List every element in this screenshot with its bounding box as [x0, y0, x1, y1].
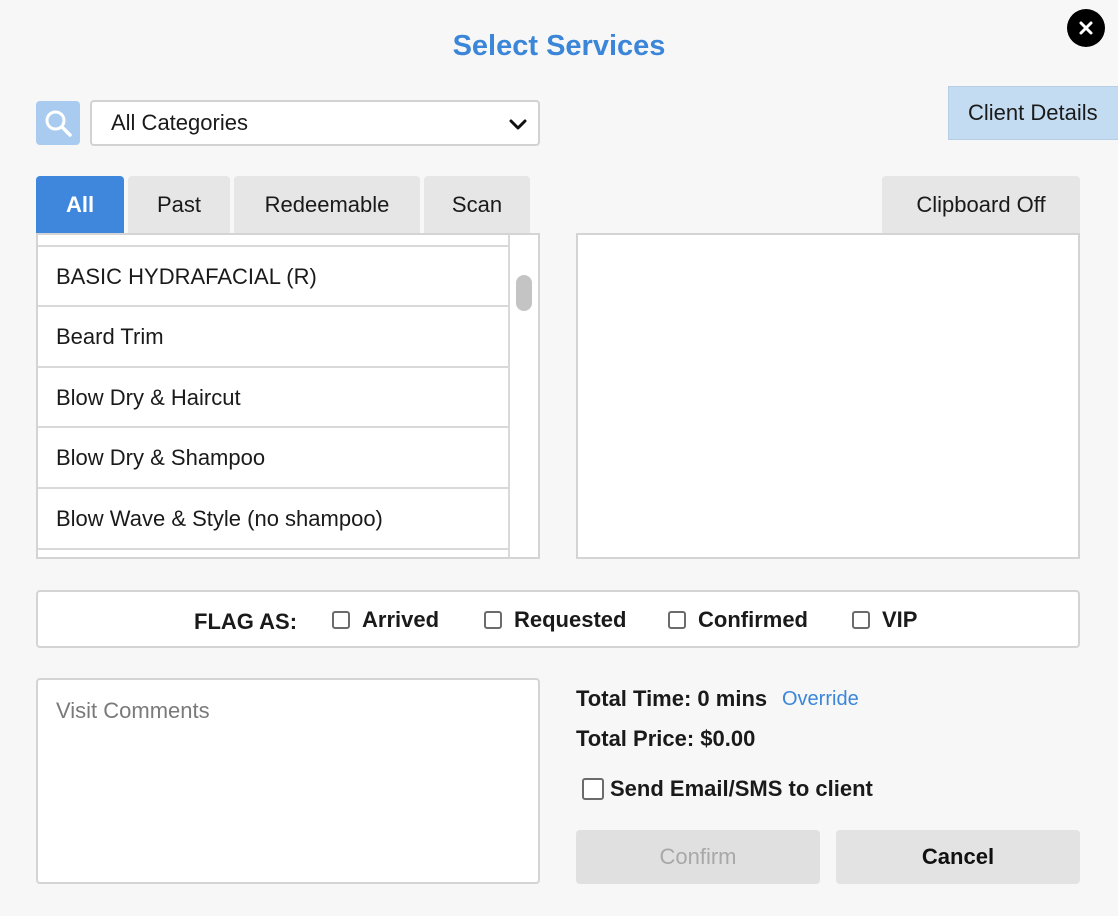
scrollbar-thumb[interactable] — [516, 275, 532, 311]
flag-arrived-option[interactable]: Arrived — [332, 607, 439, 633]
arrived-checkbox[interactable] — [332, 611, 350, 629]
total-time: Total Time: 0 mins — [576, 686, 768, 711]
search-icon — [45, 110, 72, 137]
flag-option-label: Arrived — [362, 607, 440, 632]
clipboard-toggle-button[interactable]: Clipboard Off — [882, 176, 1080, 233]
send-email-sms-label: Send Email/SMS to client — [610, 776, 873, 801]
send-email-sms-option[interactable]: Send Email/SMS to client — [582, 776, 873, 802]
list-item[interactable]: BASIC HYDRAFACIAL (R) — [38, 245, 510, 306]
tab-all[interactable]: All — [36, 176, 124, 233]
service-list[interactable]: BASIC HYDRAFACIAL (R) Beard Trim Blow Dr… — [36, 233, 540, 559]
clipboard-panel — [576, 233, 1080, 559]
list-item[interactable] — [38, 548, 510, 557]
flag-option-label: Requested — [514, 607, 627, 632]
chevron-down-icon — [509, 119, 527, 130]
service-name: BASIC HYDRAFACIAL (R) — [56, 263, 317, 289]
send-email-sms-checkbox[interactable] — [582, 778, 604, 800]
list-item[interactable]: Blow Wave & Style (no shampoo) — [38, 487, 510, 548]
list-item[interactable]: Blow Dry & Haircut — [38, 366, 510, 427]
flag-option-label: Confirmed — [698, 607, 808, 632]
flag-option-label: VIP — [882, 607, 918, 632]
category-select-value: All Categories — [111, 110, 248, 135]
confirm-button[interactable]: Confirm — [576, 830, 820, 884]
confirmed-checkbox[interactable] — [668, 611, 686, 629]
flag-as-bar: FLAG AS: Arrived Requested Confirmed VIP — [36, 590, 1080, 648]
requested-checkbox[interactable] — [484, 611, 502, 629]
search-button[interactable] — [36, 101, 80, 145]
tab-redeemable[interactable]: Redeemable — [234, 176, 420, 233]
list-item[interactable]: Beard Trim — [38, 305, 510, 366]
dialog-title: Select Services — [452, 30, 666, 62]
tab-past[interactable]: Past — [128, 176, 230, 233]
flag-as-label: FLAG AS: — [194, 609, 298, 634]
category-select[interactable]: All Categories — [90, 100, 540, 146]
service-name: Blow Dry & Shampoo — [56, 444, 266, 470]
flag-vip-option[interactable]: VIP — [852, 607, 917, 633]
list-item[interactable]: Blow Dry & Shampoo — [38, 426, 510, 487]
visit-comments-placeholder: Visit Comments — [56, 698, 210, 723]
service-name: Blow Wave & Style (no shampoo) — [56, 505, 383, 531]
client-details-button[interactable]: Client Details — [948, 86, 1118, 140]
close-button[interactable] — [1067, 9, 1105, 47]
service-name: Beard Trim — [56, 323, 164, 349]
visit-comments-field[interactable]: Visit Comments — [36, 678, 540, 884]
close-icon — [1079, 21, 1093, 35]
override-link[interactable]: Override — [782, 688, 859, 711]
vip-checkbox[interactable] — [852, 611, 870, 629]
cancel-button[interactable]: Cancel — [836, 830, 1080, 884]
tab-scan[interactable]: Scan — [424, 176, 530, 233]
total-price: Total Price: $0.00 — [576, 726, 756, 751]
flag-requested-option[interactable]: Requested — [484, 607, 626, 633]
service-name: Blow Dry & Haircut — [56, 384, 241, 410]
flag-confirmed-option[interactable]: Confirmed — [668, 607, 808, 633]
